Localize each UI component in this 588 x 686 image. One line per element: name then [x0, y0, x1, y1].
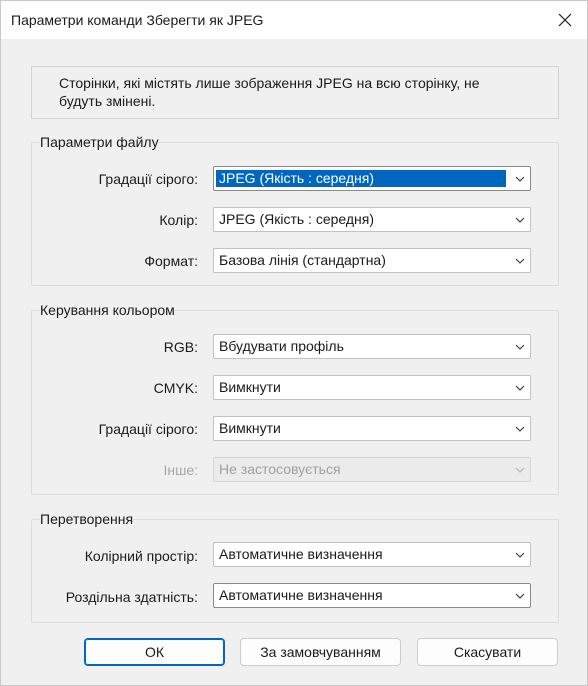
- cancel-button[interactable]: Скасувати: [417, 638, 558, 666]
- ok-button[interactable]: ОК: [84, 638, 225, 666]
- color-label: Колір:: [159, 212, 198, 228]
- info-message: Сторінки, які містять лише зображення JP…: [31, 66, 559, 119]
- grayscale-cm-label: Градації сірого:: [98, 421, 198, 437]
- info-line-1: Сторінки, які містять лише зображення JP…: [59, 75, 480, 91]
- cmyk-value: Вимкнути: [219, 379, 281, 395]
- cmyk-label: CMYK:: [153, 380, 198, 396]
- cmyk-select[interactable]: Вимкнути: [213, 375, 531, 400]
- color-file-select[interactable]: JPEG (Якість : середня): [213, 207, 531, 232]
- chevron-down-icon: [515, 467, 525, 473]
- chevron-down-icon: [515, 552, 525, 558]
- grayscale-label: Градації сірого:: [98, 171, 198, 187]
- chevron-down-icon: [515, 176, 525, 182]
- other-label: Інше:: [163, 462, 198, 478]
- color-file-value: JPEG (Якість : середня): [219, 211, 375, 227]
- chevron-down-icon: [515, 217, 525, 223]
- color-space-select[interactable]: Автоматичне визначення: [213, 542, 531, 567]
- file-params-title: Параметри файлу: [40, 134, 159, 150]
- chevron-down-icon: [515, 426, 525, 432]
- conversion-title: Перетворення: [40, 511, 134, 527]
- other-select: Не застосовується: [213, 457, 531, 482]
- chevron-down-icon: [515, 344, 525, 350]
- color-mgmt-title: Керування кольором: [40, 302, 175, 318]
- close-icon: [558, 13, 572, 27]
- color-space-value: Автоматичне визначення: [219, 546, 383, 562]
- chevron-down-icon: [515, 385, 525, 391]
- color-space-label: Колірний простір:: [84, 548, 198, 564]
- defaults-button[interactable]: За замовчуванням: [240, 638, 401, 666]
- file-params-group: Параметри файлу Градації сірого: JPEG (Я…: [31, 134, 559, 286]
- close-button[interactable]: [549, 5, 581, 35]
- save-as-jpeg-dialog: Параметри команди Зберегти як JPEG Сторі…: [0, 0, 588, 686]
- format-value: Базова лінія (стандартна): [219, 252, 386, 268]
- grayscale-file-select[interactable]: JPEG (Якість : середня): [213, 166, 531, 191]
- rgb-label: RGB:: [163, 339, 198, 355]
- chevron-down-icon: [515, 593, 525, 599]
- resolution-value: Автоматичне визначення: [219, 587, 383, 603]
- chevron-down-icon: [515, 258, 525, 264]
- conversion-group: Перетворення Колірний простір: Автоматич…: [31, 511, 559, 623]
- format-label: Формат:: [144, 253, 198, 269]
- grayscale-cm-select[interactable]: Вимкнути: [213, 416, 531, 441]
- resolution-label: Роздільна здатність:: [65, 589, 198, 605]
- rgb-value: Вбудувати профіль: [219, 338, 344, 354]
- other-value: Не застосовується: [219, 461, 341, 477]
- grayscale-cm-value: Вимкнути: [219, 420, 281, 436]
- rgb-select[interactable]: Вбудувати профіль: [213, 334, 531, 359]
- resolution-select[interactable]: Автоматичне визначення: [213, 583, 531, 608]
- format-select[interactable]: Базова лінія (стандартна): [213, 248, 531, 273]
- window-title: Параметри команди Зберегти як JPEG: [11, 12, 264, 28]
- info-line-2: будуть змінені.: [59, 93, 156, 109]
- grayscale-file-value: JPEG (Якість : середня): [216, 170, 506, 187]
- color-mgmt-group: Керування кольором RGB: Вбудувати профіл…: [31, 302, 559, 495]
- title-bar: Параметри команди Зберегти як JPEG: [1, 1, 587, 39]
